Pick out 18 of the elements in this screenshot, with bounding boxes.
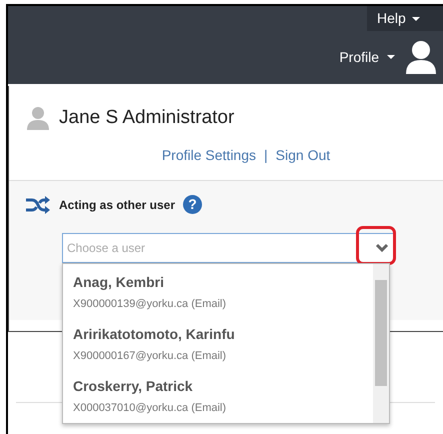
profile-link[interactable]: Profile Settings [162,144,256,166]
user-name: Jane S Administrator [59,106,234,130]
user-avatar-icon [27,106,49,130]
scrollbar[interactable] [373,264,389,422]
acting-as-label: Acting as other user [59,196,176,214]
link-separator: | [264,146,268,165]
help-menu[interactable]: Help [367,6,443,31]
option-name[interactable]: Croskerry, Patrick [73,376,363,396]
option-name[interactable]: Anag, Kembri [73,272,363,292]
option-email: X000037010@yorku.ca (Email) [73,400,228,416]
option-name[interactable]: Aririkatotomoto, Karinfu [73,324,363,344]
profile-menu[interactable]: Profile [339,46,395,68]
user-avatar-icon[interactable] [405,40,437,74]
profile-link[interactable]: Sign Out [276,144,330,166]
option-email: X900000139@yorku.ca (Email) [73,296,228,312]
option-email: X900000167@yorku.ca (Email) [73,348,228,364]
help-icon[interactable]: ? [183,195,202,214]
shuffle-icon [25,194,51,214]
